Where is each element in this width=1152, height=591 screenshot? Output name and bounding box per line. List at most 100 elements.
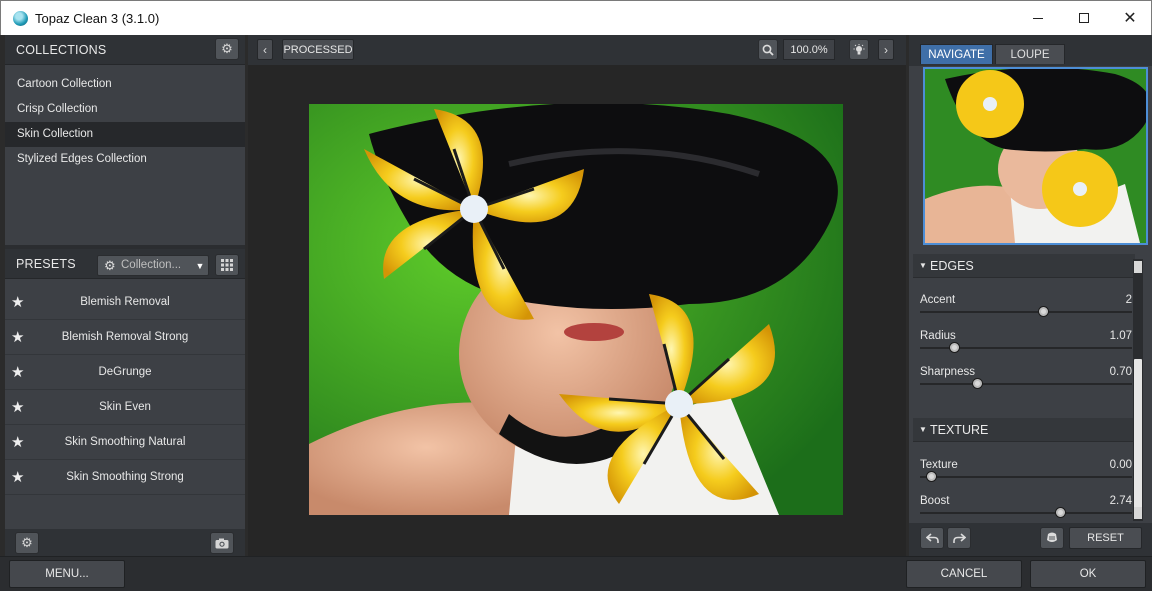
preview-image[interactable]: [309, 104, 843, 515]
slider-value[interactable]: 1.07: [1110, 330, 1132, 342]
preset-settings-button[interactable]: ⚙: [15, 532, 39, 554]
zoom-level[interactable]: 100.0%: [783, 39, 835, 60]
close-button[interactable]: ✕: [1107, 1, 1152, 35]
ok-button[interactable]: OK: [1030, 560, 1146, 588]
preset-item[interactable]: ★ Blemish Removal Strong: [5, 320, 245, 355]
preview-toolbar: ‹ PROCESSED 100.0% ›: [248, 35, 906, 65]
undo-icon: [925, 532, 939, 543]
grid-view-button[interactable]: [215, 254, 239, 276]
snapshot-button[interactable]: [210, 532, 234, 554]
slider-value[interactable]: 2: [1126, 294, 1132, 306]
slider-label: Texture: [920, 459, 958, 471]
view-mode-button[interactable]: PROCESSED: [282, 39, 354, 60]
navigator-thumbnail[interactable]: [923, 67, 1148, 245]
maximize-icon: [1079, 13, 1089, 23]
favorite-star-icon[interactable]: ★: [11, 363, 24, 381]
slider-handle[interactable]: [1054, 507, 1066, 518]
scroll-down-icon[interactable]: [1134, 507, 1142, 519]
window-title: Topaz Clean 3 (3.1.0): [35, 11, 160, 26]
collections-title: COLLECTIONS: [16, 43, 107, 57]
slider-handle[interactable]: [948, 342, 960, 353]
collection-item[interactable]: Skin Collection: [5, 122, 245, 147]
settings-footer: RESET: [909, 523, 1152, 556]
slider-label: Boost: [920, 495, 950, 507]
camera-icon: [215, 538, 229, 548]
preset-item[interactable]: ★ DeGrunge: [5, 355, 245, 390]
slider-radius: Radius 1.07: [920, 330, 1132, 364]
slider-track[interactable]: [920, 383, 1132, 385]
settings-scrollbar[interactable]: [1133, 259, 1143, 521]
preset-name: Blemish Removal: [80, 296, 170, 308]
left-footer: ⚙: [5, 529, 245, 556]
preset-item[interactable]: ★ Skin Even: [5, 390, 245, 425]
gear-icon: ⚙: [21, 535, 33, 550]
reset-button[interactable]: RESET: [1069, 527, 1142, 549]
gear-icon: ⚙: [221, 41, 233, 56]
brush-icon: [1047, 532, 1057, 542]
preset-item[interactable]: ★ Skin Smoothing Strong: [5, 460, 245, 495]
redo-button[interactable]: [947, 527, 971, 549]
scroll-thumb[interactable]: [1134, 359, 1142, 509]
favorite-star-icon[interactable]: ★: [11, 433, 24, 451]
preset-name: DeGrunge: [98, 366, 152, 378]
collection-item[interactable]: Cartoon Collection: [5, 72, 245, 97]
collection-filter-dropdown[interactable]: ⚙ Collection... ▼: [97, 255, 209, 276]
slider-label: Radius: [920, 330, 956, 342]
collections-settings-button[interactable]: ⚙: [215, 38, 239, 60]
presets-header: PRESETS ⚙ Collection... ▼: [5, 249, 245, 279]
preview-area: ‹ PROCESSED 100.0% ›: [248, 35, 906, 556]
presets-list: ★ Blemish Removal ★ Blemish Removal Strong ★…: [5, 285, 245, 495]
preset-item[interactable]: ★ Skin Smoothing Natural: [5, 425, 245, 460]
lightbulb-icon: [853, 43, 865, 54]
favorite-star-icon[interactable]: ★: [11, 398, 24, 416]
slider-label: Accent: [920, 294, 956, 306]
slider-accent: Accent 2: [920, 294, 1132, 328]
favorite-star-icon[interactable]: ★: [11, 468, 24, 486]
edges-title: EDGES: [930, 259, 974, 273]
navigator-image: [925, 69, 1146, 243]
collection-item[interactable]: Crisp Collection: [5, 97, 245, 122]
brush-mask-button[interactable]: [1040, 527, 1064, 549]
slider-handle[interactable]: [925, 471, 937, 482]
slider-label: Sharpness: [920, 366, 975, 378]
edges-section-header[interactable]: ▼ EDGES: [913, 254, 1135, 278]
tab-navigate[interactable]: NAVIGATE: [920, 44, 993, 64]
previous-button[interactable]: ‹: [257, 39, 273, 60]
background-brightness-button[interactable]: [849, 39, 869, 60]
scroll-up-icon[interactable]: [1134, 261, 1142, 273]
slider-texture: Texture 0.00: [920, 459, 1132, 493]
slider-track[interactable]: [920, 311, 1132, 313]
slider-track[interactable]: [920, 512, 1132, 514]
slider-value[interactable]: 0.00: [1110, 459, 1132, 471]
right-panel: NAVIGATE LOUPE ▼ EDGES Accent 2 Radius 1.07…: [909, 35, 1152, 556]
woman-with-hat-and-flowers-image: [309, 104, 843, 515]
minimize-button[interactable]: [1015, 1, 1061, 35]
texture-section-header[interactable]: ▼ TEXTURE: [913, 418, 1135, 442]
next-button[interactable]: ›: [878, 39, 894, 60]
maximize-button[interactable]: [1061, 1, 1107, 35]
favorite-star-icon[interactable]: ★: [11, 328, 24, 346]
cancel-button[interactable]: CANCEL: [906, 560, 1022, 588]
chevron-right-icon: ›: [884, 42, 888, 57]
preset-name: Skin Even: [99, 401, 151, 413]
slider-handle[interactable]: [972, 378, 984, 389]
topaz-logo-icon: [13, 11, 28, 26]
undo-button[interactable]: [920, 527, 944, 549]
tab-loupe[interactable]: LOUPE: [995, 44, 1065, 64]
preset-item[interactable]: ★ Blemish Removal: [5, 285, 245, 320]
chevron-left-icon: ‹: [263, 42, 267, 57]
slider-value[interactable]: 2.74: [1110, 495, 1132, 507]
collection-filter-label: Collection...: [121, 259, 182, 271]
collections-list: Cartoon Collection Crisp Collection Skin C…: [5, 72, 245, 172]
slider-handle[interactable]: [1037, 306, 1049, 317]
zoom-button[interactable]: [758, 39, 778, 60]
slider-track[interactable]: [920, 476, 1132, 478]
chevron-down-icon: ▼: [195, 260, 205, 271]
slider-value[interactable]: 0.70: [1110, 366, 1132, 378]
collapse-triangle-icon: ▼: [919, 261, 927, 270]
menu-button[interactable]: MENU...: [9, 560, 125, 588]
bottom-bar: MENU... CANCEL OK: [0, 556, 1152, 591]
title-bar: Topaz Clean 3 (3.1.0) ✕: [0, 0, 1152, 35]
collection-item[interactable]: Stylized Edges Collection: [5, 147, 245, 172]
favorite-star-icon[interactable]: ★: [11, 293, 24, 311]
